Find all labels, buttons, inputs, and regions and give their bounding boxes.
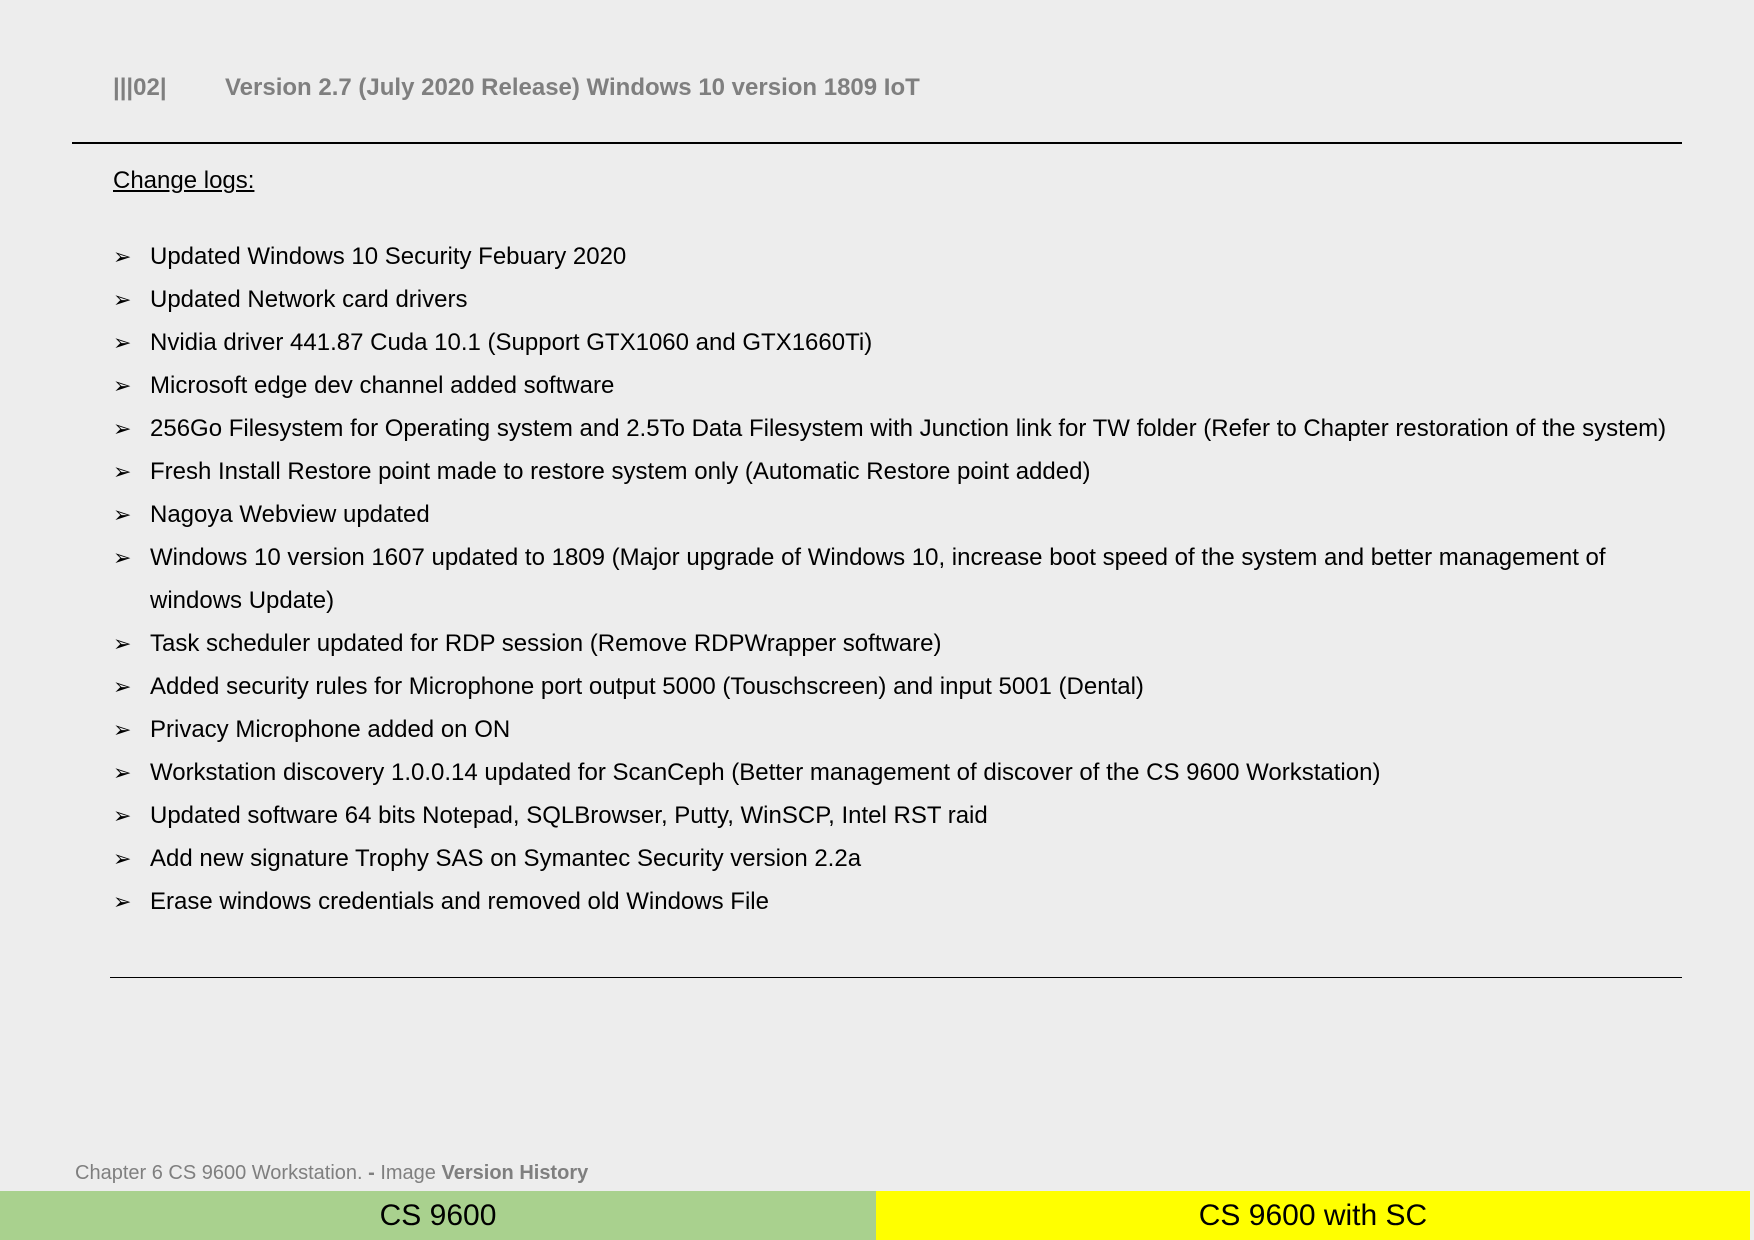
arrow-bullet-icon: ➢ <box>113 287 132 312</box>
arrow-bullet-icon: ➢ <box>113 244 132 269</box>
footer-section: Version History <box>441 1162 589 1184</box>
arrow-bullet-icon: ➢ <box>113 330 132 355</box>
arrow-bullet-icon: ➢ <box>113 760 132 785</box>
changelog-item-text: Nagoya Webview updated <box>150 501 430 528</box>
arrow-bullet-icon: ➢ <box>113 846 132 871</box>
tab-cs-9600-with-sc[interactable]: CS 9600 with SC <box>876 1191 1750 1240</box>
changelog-item: ➢ Task scheduler updated for RDP session … <box>113 622 1683 665</box>
changelog-item: ➢ 256Go Filesystem for Operating system a… <box>113 407 1683 450</box>
arrow-bullet-icon: ➢ <box>113 674 132 699</box>
footer-image-label: Image <box>380 1162 442 1184</box>
changelog-item: ➢ Privacy Microphone added on ON <box>113 708 1683 751</box>
arrow-bullet-icon: ➢ <box>113 631 132 656</box>
changelog-item: ➢ Add new signature Trophy SAS on Symante… <box>113 837 1683 880</box>
arrow-bullet-icon: ➢ <box>113 889 132 914</box>
page-header: |||02| Version 2.7 (July 2020 Release) Wi… <box>113 74 920 102</box>
changelog-item: ➢ Workstation discovery 1.0.0.14 updated … <box>113 751 1683 794</box>
tab-cs-9600-label: CS 9600 <box>379 1198 497 1232</box>
footer-separator: - <box>362 1162 381 1184</box>
arrow-bullet-icon: ➢ <box>113 459 132 484</box>
arrow-bullet-icon: ➢ <box>113 416 132 441</box>
changelog-item-text: Updated Windows 10 Security Febuary 2020 <box>150 243 627 270</box>
tab-cs-9600[interactable]: CS 9600 <box>0 1191 876 1240</box>
changelog-item: ➢ Nvidia driver 441.87 Cuda 10.1 (Support… <box>113 321 1683 364</box>
changelog-item: ➢ Added security rules for Microphone por… <box>113 665 1683 708</box>
section-title: Change logs: <box>113 167 255 194</box>
changelog-item: ➢ Microsoft edge dev channel added softwa… <box>113 364 1683 407</box>
changelog-item: ➢ Fresh Install Restore point made to res… <box>113 450 1683 493</box>
changelog-item-text: Added security rules for Microphone port… <box>150 673 1144 700</box>
changelog-item-text: Microsoft edge dev channel added softwar… <box>150 372 615 399</box>
changelog-item-text: 256Go Filesystem for Operating system an… <box>150 415 1667 442</box>
changelog-item-text: Fresh Install Restore point made to rest… <box>150 458 1091 485</box>
changelog-item: ➢ Updated software 64 bits Notepad, SQLBr… <box>113 794 1683 837</box>
changelog-item: ➢ Windows 10 version 1607 updated to 1809… <box>113 536 1683 622</box>
arrow-bullet-icon: ➢ <box>113 545 132 570</box>
changelog-item-text: Privacy Microphone added on ON <box>150 716 511 743</box>
changelog-item-text: Updated Network card drivers <box>150 286 468 313</box>
changelog-item-text: Windows 10 version 1607 updated to 1809 … <box>150 544 1606 614</box>
tab-cs-9600-with-sc-label: CS 9600 with SC <box>1198 1198 1428 1232</box>
header-code: |||02| <box>113 74 167 101</box>
arrow-bullet-icon: ➢ <box>113 373 132 398</box>
changelog-item-text: Nvidia driver 441.87 Cuda 10.1 (Support … <box>150 329 873 356</box>
changelog-item-text: Updated software 64 bits Notepad, SQLBro… <box>150 802 988 829</box>
changelog-list: ➢ Updated Windows 10 Security Febuary 202… <box>113 235 1683 923</box>
changelog-divider <box>110 977 1682 978</box>
footer-chapter: Chapter 6 CS 9600 Workstation. <box>75 1162 363 1184</box>
changelog-item: ➢ Updated Windows 10 Security Febuary 202… <box>113 235 1683 278</box>
changelog-item: ➢ Updated Network card drivers <box>113 278 1683 321</box>
changelog-item: ➢ Erase windows credentials and removed o… <box>113 880 1683 923</box>
changelog-item-text: Erase windows credentials and removed ol… <box>150 888 769 915</box>
changelog-item: ➢ Nagoya Webview updated <box>113 493 1683 536</box>
changelog-item-text: Workstation discovery 1.0.0.14 updated f… <box>150 759 1381 786</box>
changelog-item-text: Add new signature Trophy SAS on Symantec… <box>150 845 862 872</box>
arrow-bullet-icon: ➢ <box>113 502 132 527</box>
footer-note: Chapter 6 CS 9600 Workstation. - Image V… <box>75 1162 588 1185</box>
changelog-item-text: Task scheduler updated for RDP session (… <box>150 630 942 657</box>
header-title: Version 2.7 (July 2020 Release) Windows … <box>225 74 920 101</box>
header-divider <box>72 142 1682 144</box>
arrow-bullet-icon: ➢ <box>113 717 132 742</box>
arrow-bullet-icon: ➢ <box>113 803 132 828</box>
